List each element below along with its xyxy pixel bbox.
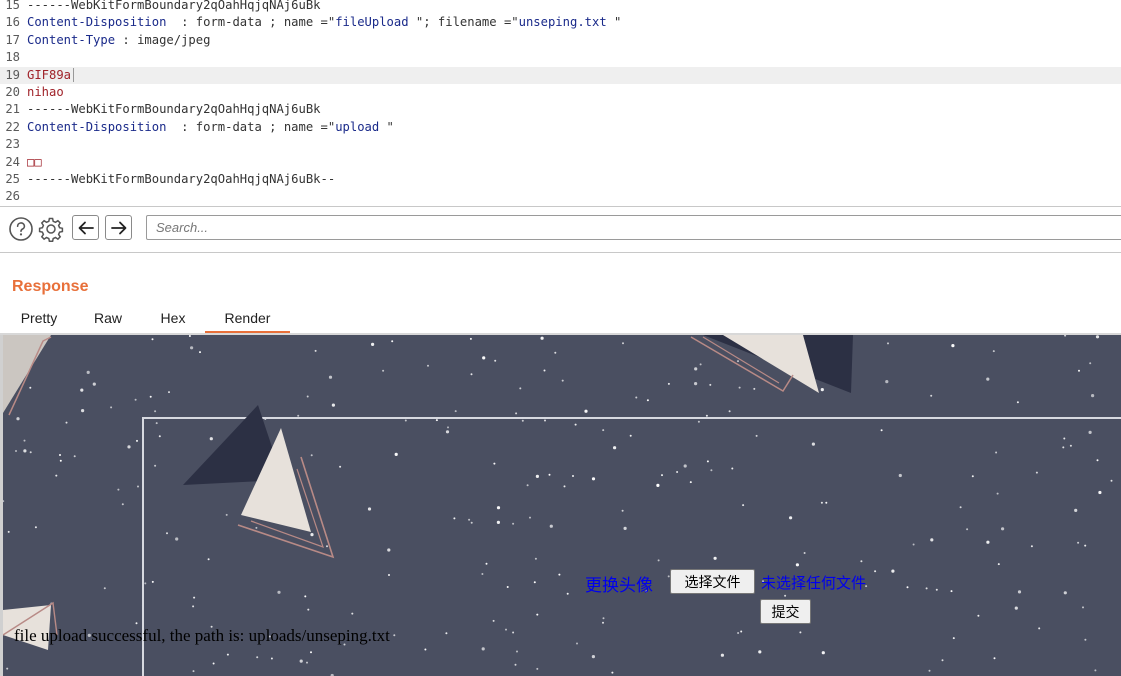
code-token: " (379, 119, 394, 134)
line-number: 23 (5, 137, 20, 152)
line-number: 24 (5, 154, 20, 169)
code-line[interactable]: 20 nihao (0, 84, 1121, 101)
code-line[interactable]: 24 □□ (0, 154, 1121, 171)
code-line[interactable]: 16 Content-Disposition : form-data ; name… (0, 14, 1121, 31)
line-number: 26 (5, 189, 20, 204)
code-text: □□ (27, 154, 42, 171)
code-token: fileUpload (335, 15, 409, 30)
code-token: unseping.txt (518, 15, 607, 30)
editor-toolbar (0, 207, 1121, 251)
line-number: 22 (5, 119, 20, 134)
code-token: " (606, 15, 622, 30)
code-line[interactable]: 19 GIF89a (0, 66, 1121, 84)
gear-icon[interactable] (38, 216, 64, 243)
back-button[interactable] (72, 215, 99, 240)
search-input[interactable] (146, 215, 1121, 240)
code-token: Content-Type (27, 32, 116, 47)
choose-file-button[interactable]: 选择文件 (670, 569, 755, 594)
tab-render[interactable]: Render (205, 306, 290, 334)
forward-button[interactable] (105, 215, 132, 240)
code-line[interactable]: 15 ------WebKitFormBoundary2qOahHqjqNAj6u… (0, 0, 1121, 14)
code-token: nihao (27, 85, 64, 99)
code-token: : form-data ; name =" (166, 119, 336, 134)
code-token: "; filename =" (408, 15, 519, 30)
line-number: 17 (5, 32, 20, 47)
no-file-chosen-text: 未选择任何文件 (761, 574, 867, 592)
divider (0, 252, 1121, 253)
code-text: ------WebKitFormBoundary2qOahHqjqNAj6uBk (27, 101, 321, 118)
tab-pretty[interactable]: Pretty (12, 306, 66, 334)
tab-hex[interactable]: Hex (150, 306, 196, 334)
line-number: 16 (5, 15, 20, 30)
code-line[interactable]: 21 ------WebKitFormBoundary2qOahHqjqNAj6u… (0, 101, 1121, 118)
code-token: ------WebKitFormBoundary2qOahHqjqNAj6uBk… (27, 172, 336, 186)
line-number: 20 (5, 85, 20, 99)
code-token: GIF89a (27, 67, 72, 82)
line-number: 25 (5, 172, 20, 186)
request-editor[interactable]: 15 ------WebKitFormBoundary2qOahHqjqNAj6u… (0, 0, 1121, 206)
code-token: : form-data ; name =" (166, 15, 336, 30)
code-text: Content-Disposition : form-data ; name =… (27, 119, 394, 136)
render-view: 更换头像 选择文件 未选择任何文件 提交 file upload success… (3, 335, 1121, 676)
code-token: upload (335, 119, 380, 134)
background-image (3, 335, 1121, 676)
code-text: nihao (27, 84, 64, 101)
code-token: Content-Disposition (27, 119, 167, 134)
submit-button[interactable]: 提交 (760, 599, 811, 624)
code-token: ------WebKitFormBoundary2qOahHqjqNAj6uBk (27, 102, 321, 117)
code-text: ------WebKitFormBoundary2qOahHqjqNAj6uBk (27, 0, 321, 14)
tab-raw[interactable]: Raw (84, 306, 132, 334)
line-number: 15 (5, 0, 20, 12)
code-line[interactable]: 17 Content-Type : image/jpeg (0, 32, 1121, 49)
response-title: Response (12, 278, 89, 295)
code-token: Content-Disposition (27, 15, 167, 30)
code-text: Content-Disposition : form-data ; name =… (27, 14, 621, 31)
code-text: Content-Type : image/jpeg (27, 32, 210, 49)
code-line[interactable]: 25 ------WebKitFormBoundary2qOahHqjqNAj6u… (0, 171, 1121, 188)
change-avatar-label: 更换头像 (585, 576, 653, 596)
response-tabs: Pretty Raw Hex Render (0, 306, 1121, 334)
code-line[interactable]: 22 Content-Disposition : form-data ; name… (0, 119, 1121, 136)
code-token: : image/jpeg (115, 32, 211, 47)
arrow-left-icon (78, 221, 94, 234)
code-text: GIF89a (27, 67, 75, 84)
code-text: ------WebKitFormBoundary2qOahHqjqNAj6uBk… (27, 171, 335, 188)
code-token: □□ (27, 154, 42, 169)
code-line[interactable]: 18 (0, 49, 1121, 66)
line-number: 19 (5, 67, 20, 82)
code-line[interactable]: 26 (0, 188, 1121, 205)
code-token: ------WebKitFormBoundary2qOahHqjqNAj6uBk (27, 0, 321, 12)
line-number: 18 (5, 50, 20, 65)
arrow-right-icon (110, 221, 126, 234)
help-icon[interactable] (8, 216, 34, 242)
text-cursor (73, 67, 75, 82)
upload-result-text: file upload successful, the path is: upl… (14, 626, 390, 645)
line-number: 21 (5, 102, 20, 117)
code-line[interactable]: 23 (0, 136, 1121, 153)
